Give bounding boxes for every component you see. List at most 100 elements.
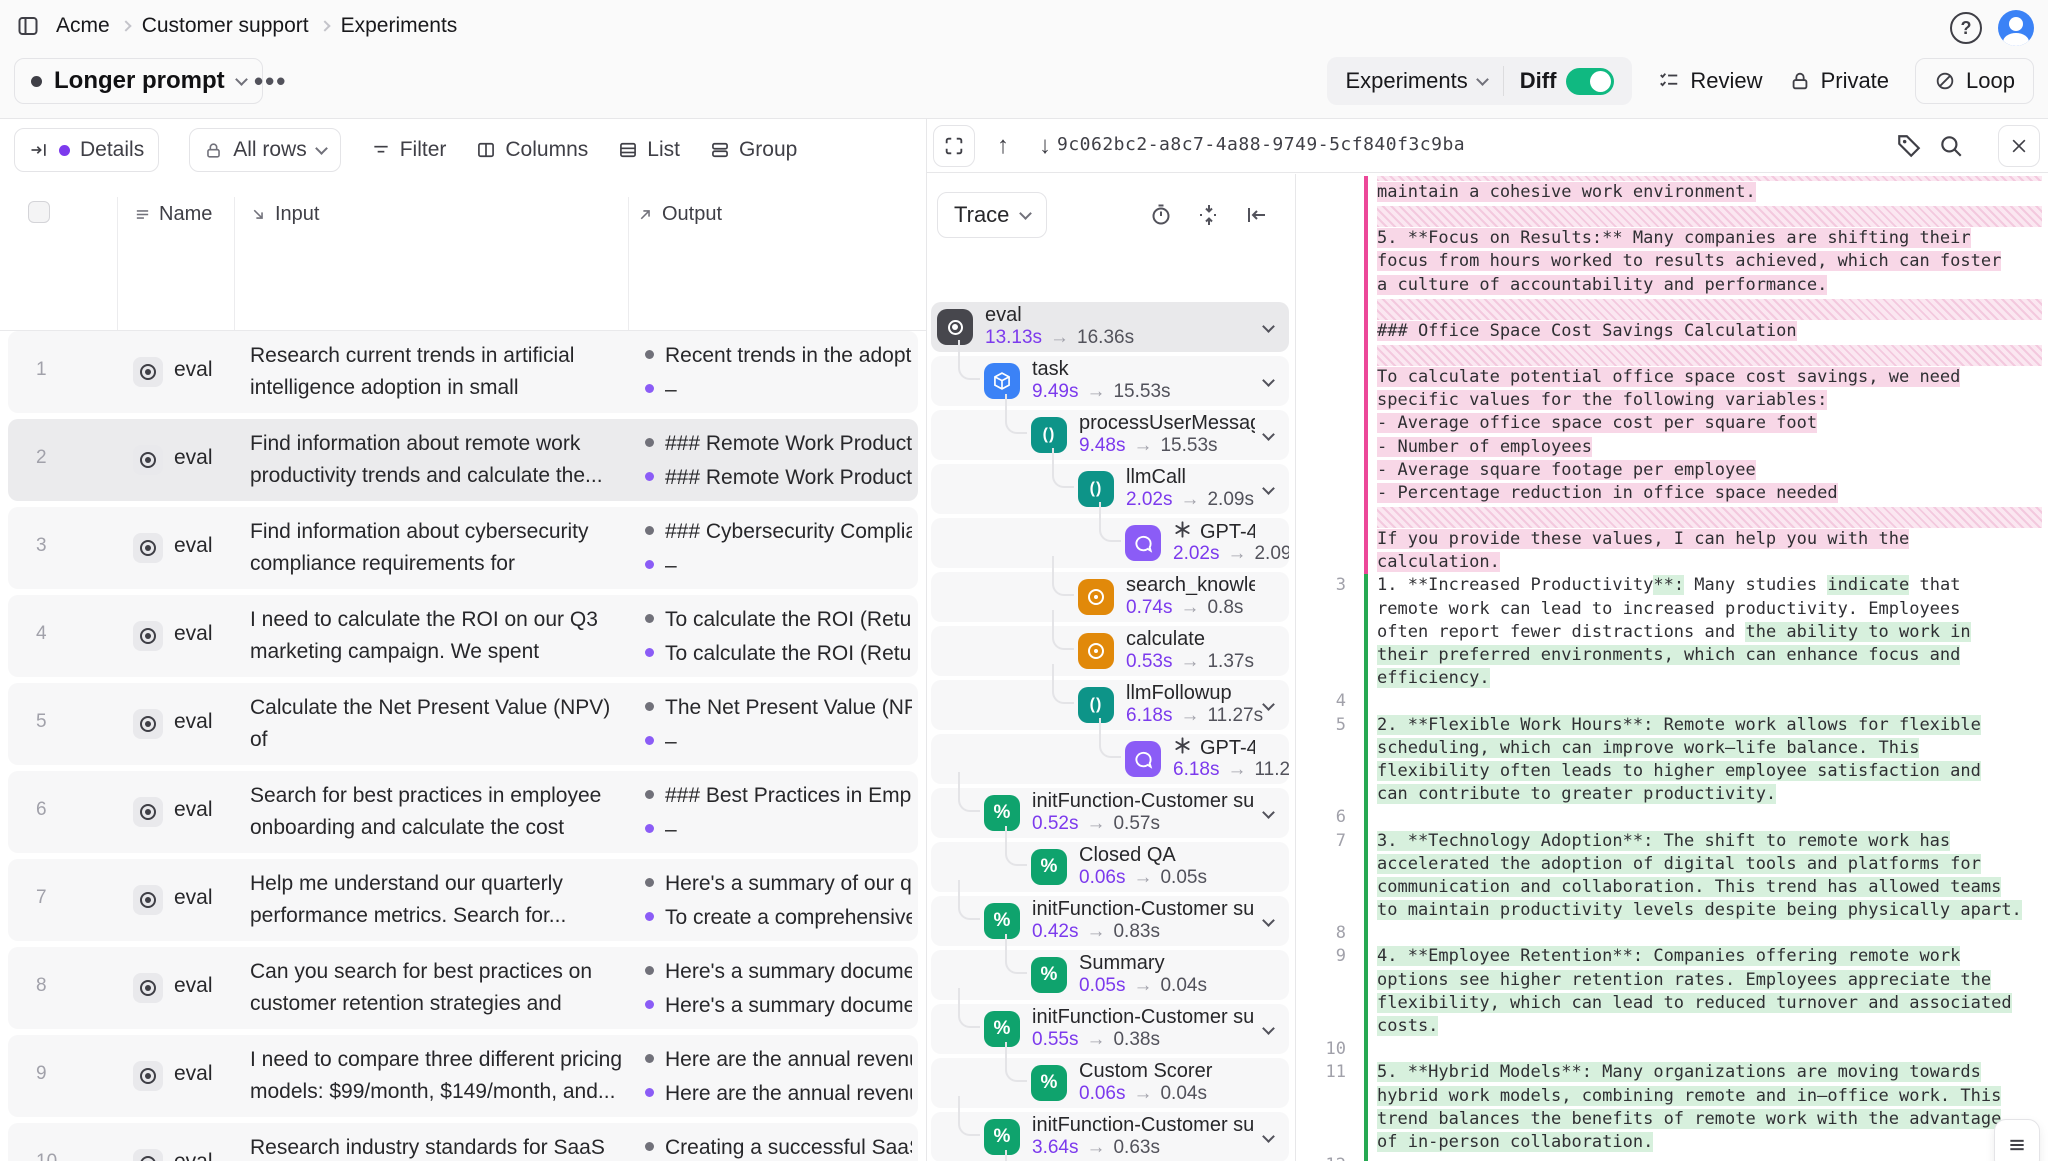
sidebar-toggle-icon[interactable] [16, 14, 40, 38]
table-row[interactable]: 3evalFind information about cybersecurit… [8, 507, 918, 589]
next-row-button[interactable]: ↓ [1039, 132, 1051, 160]
trace-span-custom-scorer[interactable]: %Custom Scorer0.06s→0.04s [931, 1058, 1289, 1108]
trace-span-processusermessage[interactable]: ()processUserMessage9.48s→15.53s [931, 410, 1289, 460]
duration-current: 0.52s [1032, 813, 1078, 834]
column-header-input[interactable]: Input [250, 203, 319, 226]
row-output-cell: The Net Present Value (NP– [645, 692, 912, 762]
diff-added-line: 3. **Technology Adoption**: The shift to… [1377, 830, 2048, 853]
table-row[interactable]: 1evalResearch current trends in artifici… [8, 331, 918, 413]
trace-span-gpt-4o-mini[interactable]: GPT-4o mini2.02s→2.09s [931, 518, 1289, 568]
chevron-down-icon[interactable] [1262, 1130, 1275, 1143]
collapse-vertical-icon[interactable] [1197, 203, 1221, 227]
columns-button[interactable]: Columns [476, 138, 588, 162]
column-header-name[interactable]: Name [134, 203, 212, 226]
output-line: – [645, 726, 912, 760]
diff-added-line: trend balances the benefits of remote wo… [1377, 1108, 2048, 1131]
filter-button[interactable]: Filter [371, 138, 447, 162]
chevron-down-icon[interactable] [1262, 914, 1275, 927]
row-number: 9 [36, 1063, 47, 1085]
column-divider[interactable] [117, 197, 118, 331]
trace-view-dropdown[interactable]: Trace [937, 192, 1047, 238]
timing-icon[interactable] [1149, 203, 1173, 227]
close-panel-button[interactable] [1998, 125, 2040, 167]
output-text: Here's a summary docume [665, 956, 912, 987]
expanded-view-button[interactable] [1994, 1119, 2040, 1161]
trace-span-gpt-4o-mini[interactable]: GPT-4o mini6.18s→11.27s [931, 734, 1289, 784]
diff-removed-line: - Percentage reduction in office space n… [1377, 482, 2048, 505]
group-button[interactable]: Group [710, 138, 797, 162]
table-header: Name Input Output [0, 197, 926, 331]
chevron-down-icon[interactable] [1262, 320, 1275, 333]
tag-icon[interactable] [1896, 133, 1922, 159]
diff-added-line [1377, 1038, 2048, 1061]
trace-span-initfunction-customer-support-c-[interactable]: %initFunction-Customer support-C...0.42s… [931, 896, 1289, 946]
trace-span-search-knowledge-base[interactable]: search_knowledge_base0.74s→0.8s [931, 572, 1289, 622]
tree-connector [1099, 502, 1121, 542]
breadcrumb-section[interactable]: Experiments [341, 14, 458, 38]
diff-added-line: hybrid work models, combining remote and… [1377, 1085, 2048, 1108]
trace-span-calculate[interactable]: calculate0.53s→1.37s [931, 626, 1289, 676]
trace-span-summary[interactable]: %Summary0.05s→0.04s [931, 950, 1289, 1000]
column-header-output[interactable]: Output [637, 203, 722, 226]
review-button[interactable]: Review [1658, 68, 1762, 94]
previous-row-button[interactable]: ↑ [997, 132, 1009, 160]
private-button[interactable]: Private [1789, 68, 1889, 94]
loop-button[interactable]: Loop [1915, 58, 2034, 104]
experiment-selector[interactable]: Longer prompt [14, 58, 263, 104]
trace-span-initfunction-customer-support-c-[interactable]: %initFunction-Customer support-C...3.64s… [931, 1112, 1289, 1161]
row-name-cell: eval [174, 534, 213, 558]
experiments-dropdown[interactable]: Experiments [1345, 68, 1486, 94]
trace-span-initfunction-customer-support-c-[interactable]: %initFunction-Customer support-C...0.52s… [931, 788, 1289, 838]
expand-panel-button[interactable] [933, 125, 975, 167]
align-left-icon[interactable] [1245, 203, 1269, 227]
column-divider[interactable] [628, 197, 629, 331]
chevron-down-icon[interactable] [1262, 806, 1275, 819]
diff-toggle[interactable] [1566, 68, 1614, 95]
output-bullet-icon [645, 878, 654, 887]
duration-current: 0.53s [1126, 651, 1172, 672]
select-all-checkbox[interactable] [28, 201, 50, 223]
search-icon[interactable] [1938, 133, 1964, 159]
help-icon[interactable]: ? [1950, 12, 1982, 44]
span-name: Summary [1079, 952, 1255, 975]
table-row[interactable]: 9evalI need to compare three different p… [8, 1035, 918, 1117]
tree-connector [1005, 1150, 1027, 1161]
table-row[interactable]: 2evalFind information about remote workp… [8, 419, 918, 501]
table-row[interactable]: 8evalCan you search for best practices o… [8, 947, 918, 1029]
diff-added-line: of in-person collaboration. [1377, 1131, 2048, 1154]
chevron-down-icon[interactable] [1262, 428, 1275, 441]
diff-added-line: accelerated the adoption of digital tool… [1377, 853, 2048, 876]
table-row[interactable]: 7evalHelp me understand our quarterlyper… [8, 859, 918, 941]
chevron-down-icon[interactable] [1262, 374, 1275, 387]
diff-added-body: 4. **Employee Retention**: Companies off… [1364, 945, 2048, 1038]
trace-span-closed-qa[interactable]: %Closed QA0.06s→0.05s [931, 842, 1289, 892]
table-row[interactable]: 6evalSearch for best practices in employ… [8, 771, 918, 853]
output-text: – [665, 374, 677, 405]
table-row[interactable]: 4evalI need to calculate the ROI on our … [8, 595, 918, 677]
duration-current: 6.18s [1126, 705, 1172, 726]
trace-span-task[interactable]: task9.49s→15.53s [931, 356, 1289, 406]
diff-removed-line: ### Office Space Cost Savings Calculatio… [1377, 320, 2048, 343]
chevron-down-icon[interactable] [1262, 482, 1275, 495]
table-row[interactable]: 5evalCalculate the Net Present Value (NP… [8, 683, 918, 765]
avatar[interactable] [1998, 10, 2034, 46]
trace-span-eval[interactable]: eval13.13s→16.36s [931, 302, 1289, 352]
table-row[interactable]: 10evalResearch industry standards for Sa… [8, 1123, 918, 1161]
chevron-down-icon[interactable] [1262, 1022, 1275, 1035]
score-icon: % [1031, 849, 1067, 885]
details-button[interactable]: Details [14, 128, 159, 172]
tree-connector [1052, 664, 1074, 704]
chevron-down-icon[interactable] [1262, 698, 1275, 711]
diff-added-body [1364, 1038, 2048, 1061]
trace-span-initfunction-customer-support-c-[interactable]: %initFunction-Customer support-C...0.55s… [931, 1004, 1289, 1054]
diff-label: Diff [1520, 68, 1557, 94]
more-actions-button[interactable]: ••• [254, 66, 287, 97]
all-rows-dropdown[interactable]: All rows [189, 128, 341, 172]
list-button[interactable]: List [618, 138, 680, 162]
column-divider[interactable] [234, 197, 235, 331]
expand-icon [943, 135, 965, 157]
breadcrumb-org[interactable]: Acme [56, 14, 110, 38]
breadcrumb-project[interactable]: Customer support [142, 14, 309, 38]
duration-compare: 2.09s [1254, 543, 1289, 564]
diff-added-block: 12 [1296, 1154, 2048, 1161]
